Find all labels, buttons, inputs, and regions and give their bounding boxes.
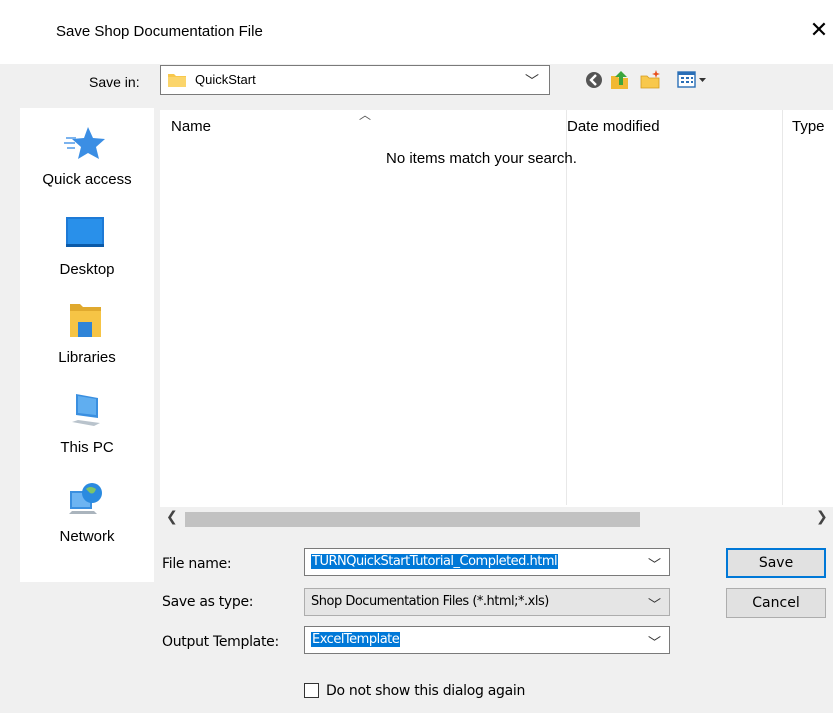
column-header-name[interactable]: Name [171, 118, 211, 135]
chevron-down-icon[interactable]: ﹀ [648, 554, 661, 573]
place-label: This PC [60, 439, 114, 456]
places-bar: Quick access Desktop Libraries This PC N… [20, 108, 154, 582]
back-icon[interactable] [582, 68, 608, 92]
chevron-down-icon: ﹀ [647, 597, 661, 612]
scroll-right-icon[interactable]: ❯ [816, 508, 828, 525]
horizontal-scrollbar[interactable]: ❮ ❯ [160, 507, 833, 531]
scroll-left-icon[interactable]: ❮ [166, 508, 178, 525]
save-in-dropdown[interactable]: QuickStart ﹀ [160, 65, 550, 95]
place-desktop[interactable]: Desktop [20, 214, 154, 284]
output-template-select[interactable]: ExcelTemplate ﹀ [304, 626, 670, 654]
dont-show-again-label[interactable]: Do not show this dialog again [326, 683, 525, 699]
save-as-type-value: Shop Documentation Files (*.html;*.xls) [311, 594, 549, 609]
network-icon [69, 483, 102, 514]
place-label: Libraries [58, 349, 116, 366]
file-name-value: TURNQuickStartTutorial_Completed.html [311, 554, 559, 569]
column-divider [566, 110, 567, 505]
place-this-pc[interactable]: This PC [20, 392, 154, 462]
empty-list-message: No items match your search. [386, 150, 577, 167]
column-divider [782, 110, 783, 505]
new-folder-icon[interactable] [638, 68, 664, 92]
place-quick-access[interactable]: Quick access [20, 124, 154, 194]
file-name-field[interactable]: TURNQuickStartTutorial_Completed.html ﹀ [304, 548, 670, 576]
column-header-type[interactable]: Type [792, 118, 825, 135]
dialog-title: Save Shop Documentation File [56, 23, 263, 40]
scrollbar-thumb[interactable] [185, 512, 640, 527]
quick-access-star-icon [64, 127, 105, 159]
chevron-down-icon: ﹀ [525, 73, 539, 89]
place-label: Network [59, 528, 115, 545]
save-in-value: QuickStart [195, 72, 256, 87]
sort-ascending-icon: ︿ [359, 108, 372, 122]
folder-icon [168, 74, 186, 87]
save-button[interactable]: Save [726, 548, 826, 578]
output-template-value: ExcelTemplate [311, 632, 401, 647]
column-header-date-modified[interactable]: Date modified [567, 118, 660, 135]
place-label: Desktop [59, 261, 115, 278]
desktop-icon [66, 217, 104, 247]
dont-show-again-checkbox[interactable] [304, 683, 319, 698]
libraries-icon [70, 304, 101, 337]
place-label: Quick access [42, 171, 132, 188]
file-name-label: File name: [162, 556, 232, 572]
up-folder-icon[interactable] [608, 68, 634, 92]
place-libraries[interactable]: Libraries [20, 302, 154, 372]
save-as-type-select[interactable]: Shop Documentation Files (*.html;*.xls) … [304, 588, 670, 616]
chevron-down-icon: ﹀ [647, 635, 661, 650]
output-template-label: Output Template: [162, 634, 279, 650]
this-pc-icon [72, 394, 100, 426]
save-as-type-label: Save as type: [162, 594, 254, 610]
close-button[interactable]: ✕ [806, 16, 832, 44]
save-in-label: Save in: [89, 74, 140, 90]
file-list[interactable]: ︿ Name Date modified Type No items match… [160, 108, 833, 531]
place-network[interactable]: Network [20, 481, 154, 551]
view-menu-icon[interactable] [675, 68, 709, 92]
cancel-button[interactable]: Cancel [726, 588, 826, 618]
